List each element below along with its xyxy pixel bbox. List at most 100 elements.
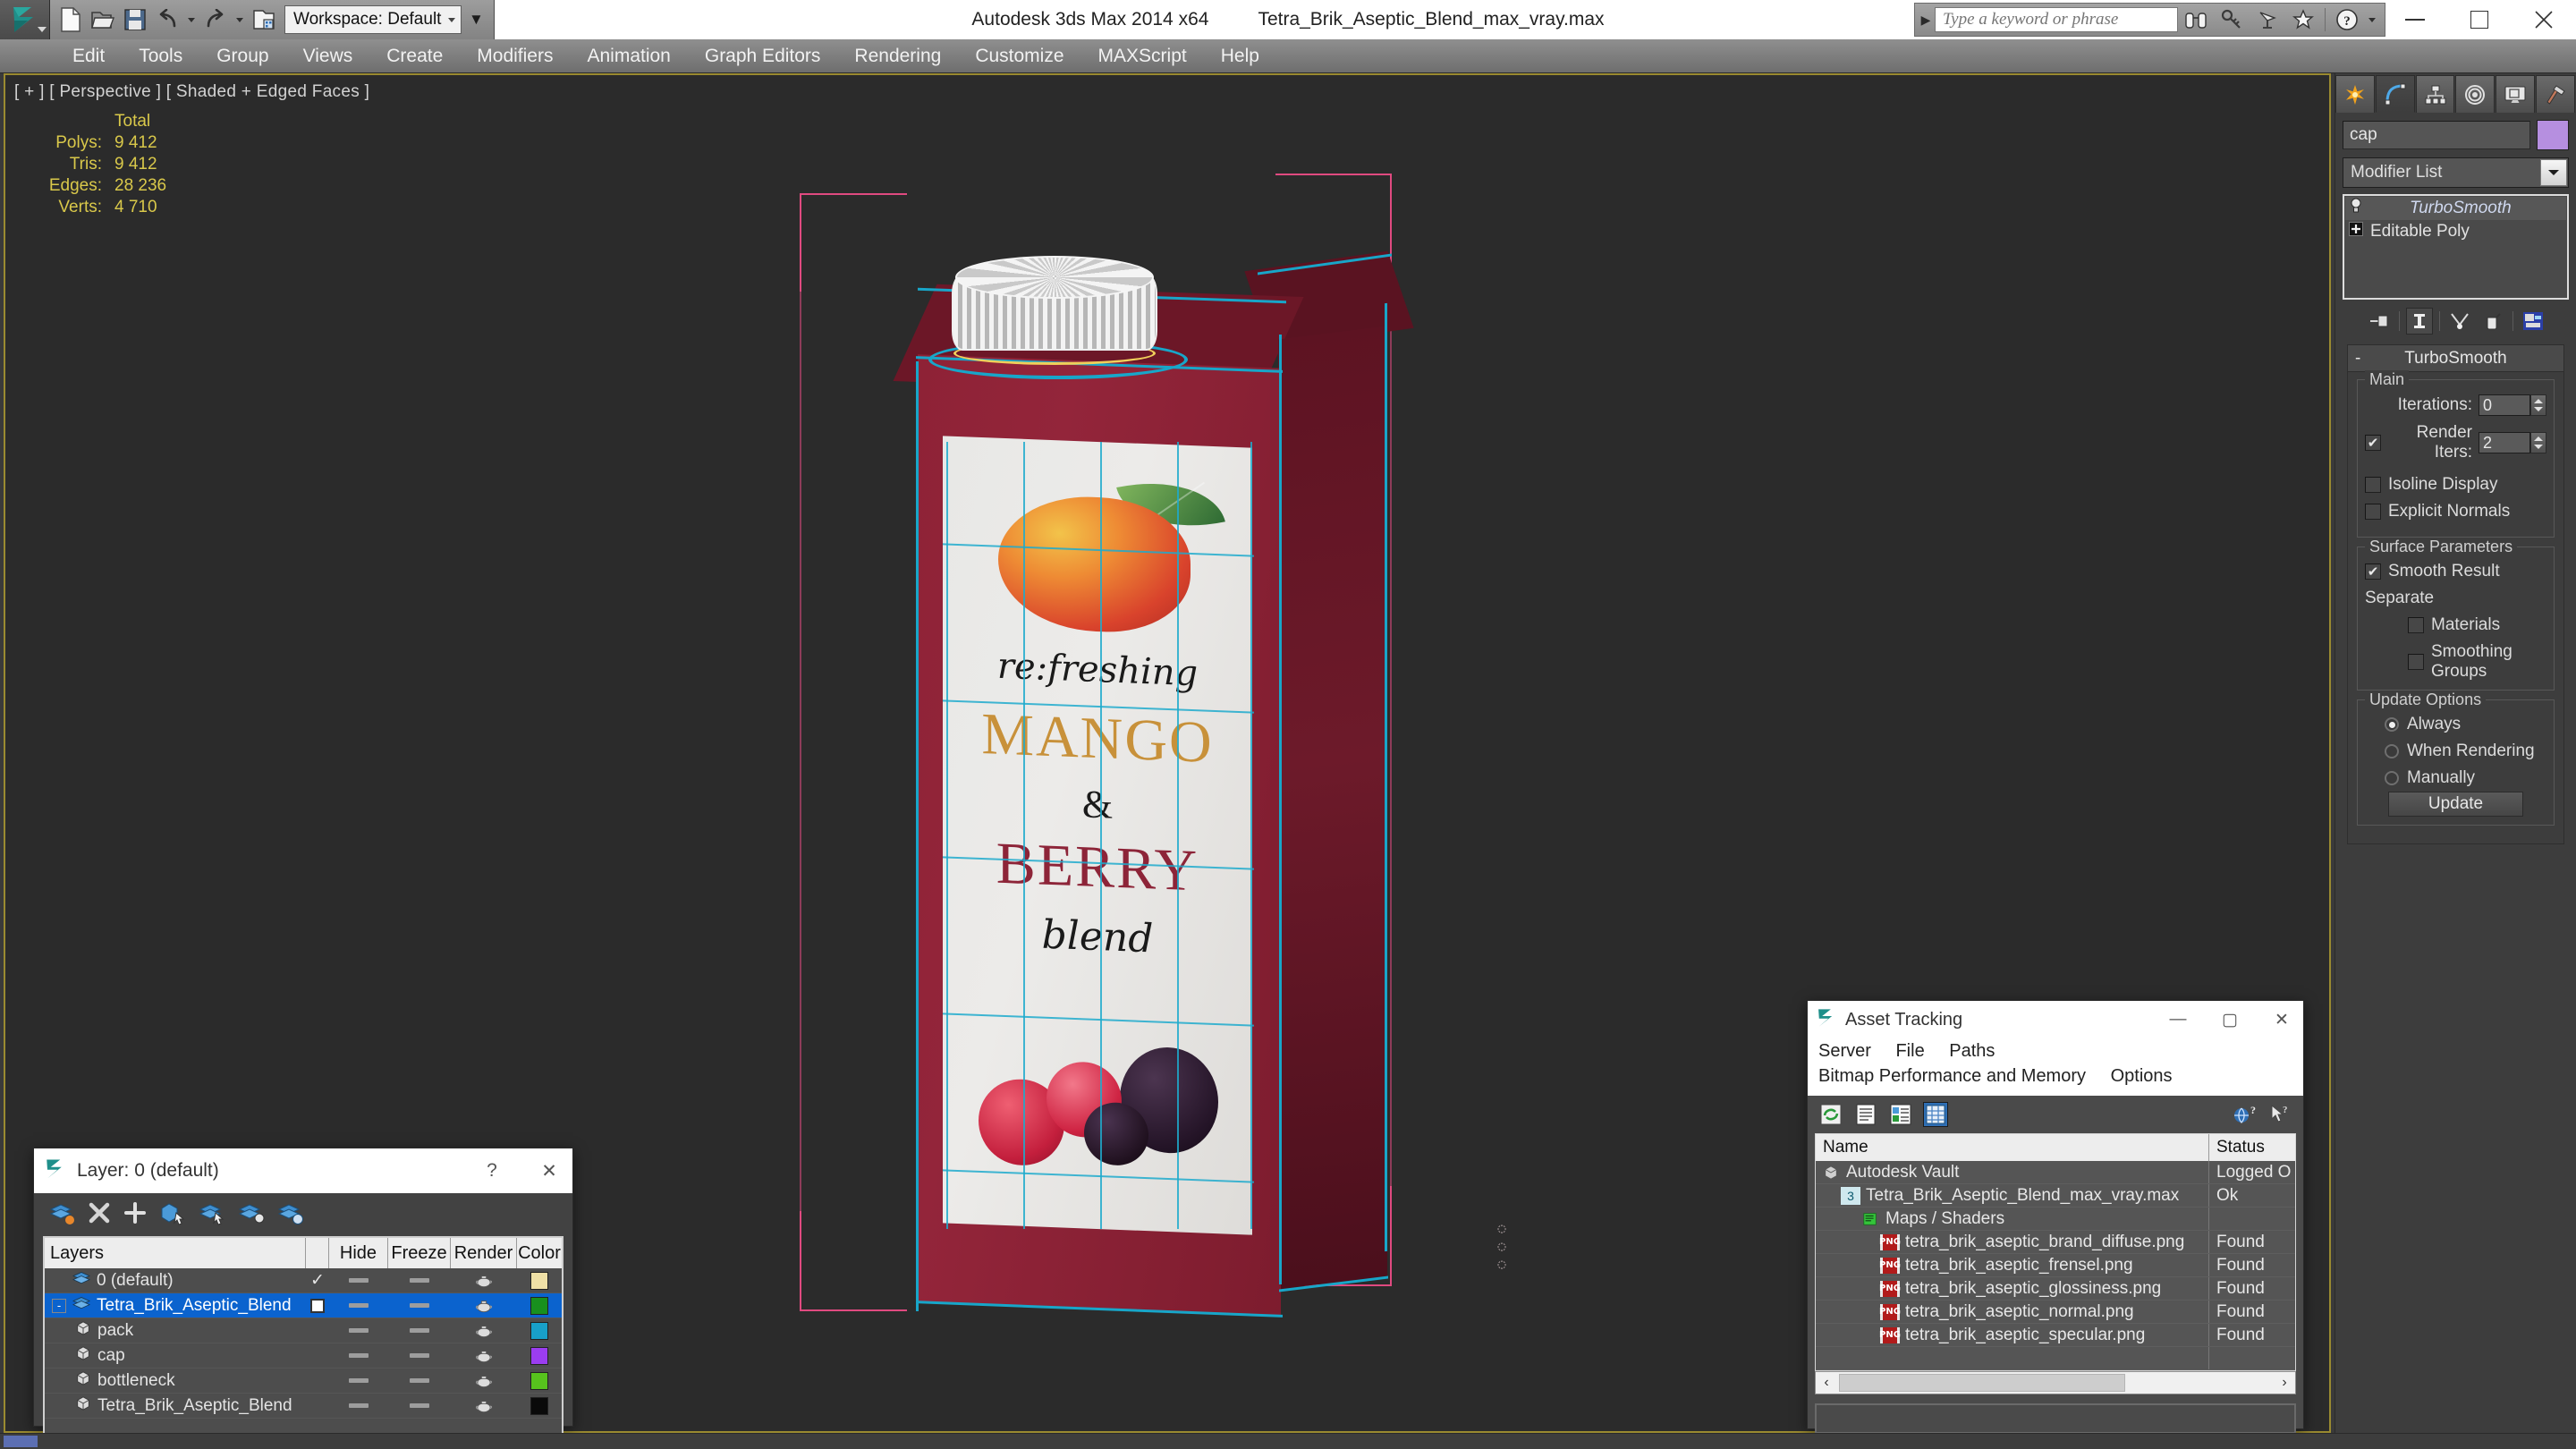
layer-freeze-cell[interactable]	[388, 1353, 451, 1358]
refresh-icon[interactable]	[1818, 1102, 1843, 1127]
set-project-folder-button[interactable]	[249, 4, 279, 35]
layer-render-cell[interactable]	[451, 1324, 517, 1338]
layer-color-swatch[interactable]	[530, 1346, 548, 1365]
layer-row[interactable]: cap	[45, 1343, 562, 1368]
configure-modifier-sets-button[interactable]	[2520, 308, 2546, 335]
asset-menu-server[interactable]: Server	[1818, 1038, 1871, 1063]
layer-properties-icon[interactable]	[277, 1200, 304, 1230]
set-current-layer-icon[interactable]	[238, 1200, 265, 1230]
plus-box-icon[interactable]	[2349, 222, 2363, 242]
layer-name-cell[interactable]: bottleneck	[45, 1370, 306, 1392]
quick-access-overflow-button[interactable]: ▼	[463, 4, 488, 35]
lightbulb-icon[interactable]	[2349, 198, 2363, 219]
redo-button[interactable]	[200, 4, 231, 35]
asset-row[interactable]: PNG tetra_brik_aseptic_frensel.png Found	[1816, 1254, 2295, 1277]
asset-name-cell[interactable]: PNG tetra_brik_aseptic_glossiness.png	[1816, 1277, 2209, 1300]
tab-display[interactable]	[2496, 75, 2536, 113]
menu-customize[interactable]: Customize	[958, 39, 1080, 73]
help-dropdown-caret-icon[interactable]	[2368, 17, 2376, 22]
new-scene-button[interactable]	[55, 4, 86, 35]
search-binoculars-icon[interactable]	[2178, 4, 2214, 35]
tab-utilities[interactable]	[2536, 75, 2575, 113]
asset-menu-bitmap-performance[interactable]: Bitmap Performance and Memory	[1818, 1063, 2086, 1089]
scroll-thumb[interactable]	[1839, 1374, 2125, 1392]
menu-modifiers[interactable]: Modifiers	[460, 39, 570, 73]
scroll-left-button[interactable]: ‹	[1816, 1375, 1837, 1391]
iterations-spinner[interactable]: 0	[2479, 394, 2546, 416]
select-objects-icon[interactable]	[159, 1200, 186, 1230]
render-iters-checkbox[interactable]	[2365, 435, 2381, 451]
layer-freeze-cell[interactable]	[388, 1328, 451, 1333]
modifier-stack-item-editable-poly[interactable]: Editable Poly	[2345, 220, 2566, 243]
delete-x-icon[interactable]	[88, 1201, 111, 1229]
menu-views[interactable]: Views	[286, 39, 370, 73]
layer-color-cell[interactable]	[517, 1271, 562, 1290]
asset-list-hscrollbar[interactable]: ‹ ›	[1815, 1371, 2296, 1394]
menu-tools[interactable]: Tools	[122, 39, 199, 73]
layer-color-cell[interactable]	[517, 1321, 562, 1340]
menu-maxscript[interactable]: MAXScript	[1081, 39, 1204, 73]
hide-toggle-icon[interactable]	[349, 1353, 369, 1358]
layer-color-swatch[interactable]	[530, 1271, 548, 1290]
highlight-layer-icon[interactable]	[199, 1200, 225, 1230]
layer-name-cell[interactable]: Tetra_Brik_Aseptic_Blend	[45, 1395, 306, 1417]
modifier-list-arrow-icon[interactable]	[2540, 159, 2567, 186]
layer-color-cell[interactable]	[517, 1396, 562, 1415]
asset-tracking-maximize-button[interactable]: ▢	[2208, 1010, 2251, 1030]
asset-name-cell[interactable]: PNG tetra_brik_aseptic_normal.png	[1816, 1301, 2209, 1323]
asset-row[interactable]: Autodesk Vault Logged O	[1816, 1161, 2295, 1184]
menu-group[interactable]: Group	[199, 39, 285, 73]
asset-name-cell[interactable]: PNG tetra_brik_aseptic_frensel.png	[1816, 1254, 2209, 1276]
menu-graph-editors[interactable]: Graph Editors	[688, 39, 838, 73]
layer-color-cell[interactable]	[517, 1346, 562, 1365]
layer-name-cell[interactable]: - Tetra_Brik_Aseptic_Blend	[45, 1295, 306, 1317]
freeze-toggle-icon[interactable]	[410, 1303, 429, 1308]
layer-row[interactable]: bottleneck	[45, 1368, 562, 1394]
freeze-toggle-icon[interactable]	[410, 1328, 429, 1333]
layer-row[interactable]: Tetra_Brik_Aseptic_Blend	[45, 1394, 562, 1419]
layer-name-cell[interactable]: cap	[45, 1345, 306, 1367]
layer-render-cell[interactable]	[451, 1399, 517, 1413]
menu-help[interactable]: Help	[1204, 39, 1276, 73]
update-button[interactable]: Update	[2388, 792, 2523, 817]
column-header-name[interactable]: Name	[1816, 1134, 2209, 1161]
layer-freeze-cell[interactable]	[388, 1403, 451, 1408]
freeze-toggle-icon[interactable]	[410, 1403, 429, 1408]
layer-hide-cell[interactable]	[329, 1303, 388, 1308]
render-iters-value[interactable]: 2	[2479, 432, 2530, 453]
subscription-key-icon[interactable]	[2214, 4, 2250, 35]
make-unique-button[interactable]	[2446, 308, 2473, 335]
freeze-toggle-icon[interactable]	[410, 1353, 429, 1358]
column-header-color[interactable]: Color	[517, 1238, 562, 1268]
layer-hide-cell[interactable]	[329, 1403, 388, 1408]
asset-list[interactable]: Name Status Autodesk Vault Logged O 3 Tetra…	[1815, 1133, 2296, 1371]
workspace-dropdown-icon[interactable]	[448, 17, 456, 22]
update-when-rendering-radio[interactable]	[2385, 744, 2399, 758]
layer-row[interactable]: 0 (default) ✓	[45, 1268, 562, 1293]
rollout-collapse-icon[interactable]: -	[2355, 349, 2360, 369]
hide-toggle-icon[interactable]	[349, 1278, 369, 1283]
layer-current-cell[interactable]: ✓	[306, 1270, 329, 1291]
asset-tracking-dialog[interactable]: Asset Tracking — ▢ ✕ Server File Paths B…	[1807, 1000, 2304, 1434]
modifier-list-dropdown[interactable]: Modifier List	[2343, 157, 2569, 188]
grid-view-icon[interactable]	[1923, 1102, 1948, 1127]
layer-current-cell[interactable]	[306, 1298, 329, 1313]
isoline-display-checkbox[interactable]	[2365, 477, 2381, 493]
undo-button[interactable]	[152, 4, 182, 35]
menu-rendering[interactable]: Rendering	[837, 39, 958, 73]
layer-freeze-cell[interactable]	[388, 1278, 451, 1283]
layer-row[interactable]: - Tetra_Brik_Aseptic_Blend	[45, 1293, 562, 1318]
tab-motion[interactable]	[2455, 75, 2496, 113]
layer-render-cell[interactable]	[451, 1349, 517, 1363]
show-end-result-button[interactable]	[2405, 308, 2433, 335]
layer-name-cell[interactable]: 0 (default)	[45, 1270, 306, 1292]
asset-name-cell[interactable]: PNG tetra_brik_aseptic_specular.png	[1816, 1324, 2209, 1346]
asset-tracking-close-button[interactable]: ✕	[2260, 1010, 2303, 1030]
layer-name-cell[interactable]: pack	[45, 1320, 306, 1342]
column-header-render[interactable]: Render	[451, 1238, 517, 1268]
asset-row[interactable]: PNG tetra_brik_aseptic_brand_diffuse.png F…	[1816, 1231, 2295, 1254]
asset-name-cell[interactable]: Maps / Shaders	[1816, 1208, 2209, 1230]
remove-modifier-button[interactable]	[2479, 308, 2506, 335]
modifier-stack-item-turbosmooth[interactable]: TurboSmooth	[2345, 197, 2566, 220]
asset-name-cell[interactable]: PNG tetra_brik_aseptic_brand_diffuse.png	[1816, 1231, 2209, 1253]
